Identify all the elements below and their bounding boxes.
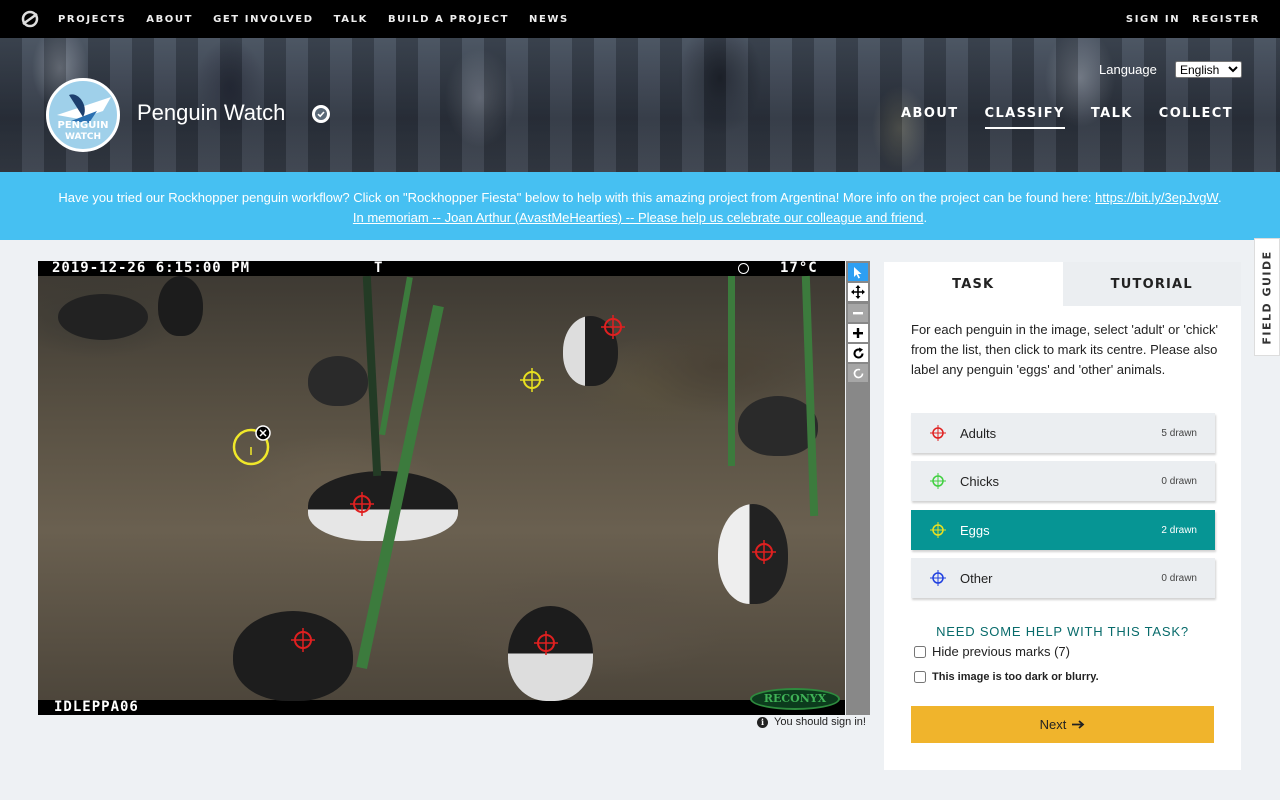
other-crosshair-icon — [930, 570, 946, 586]
site-nav: PROJECTS ABOUT GET INVOLVED TALK BUILD A… — [58, 14, 589, 25]
penguin-shape — [308, 471, 458, 541]
fence-pole — [379, 276, 413, 436]
project-nav-talk[interactable]: TALK — [1091, 106, 1133, 129]
nav-news[interactable]: NEWS — [529, 14, 569, 25]
project-header: PENGUIN WATCH Penguin Watch Language Eng… — [0, 38, 1280, 172]
fence-pole — [728, 276, 735, 466]
move-icon[interactable] — [848, 283, 868, 301]
adult-mark[interactable] — [600, 314, 626, 340]
too-dark-checkbox[interactable] — [914, 671, 926, 683]
adult-crosshair-icon — [930, 425, 946, 441]
camera-timestamp: 2019-12-26 6:15:00 PM T 17°C — [38, 261, 845, 276]
penguin-shape — [308, 356, 368, 406]
memoriam-period: . — [923, 210, 928, 225]
timestamp-date: 2019-12-26 6:15:00 PM — [52, 261, 251, 276]
delete-mark-icon[interactable] — [255, 425, 271, 441]
camera-id: IDLEPPA06 — [54, 699, 139, 715]
penguin-shape — [158, 276, 203, 336]
sign-in-notice-text: You should sign in! — [774, 716, 866, 728]
hide-marks-label: Hide previous marks (7) — [932, 644, 1070, 659]
sign-in-notice: i You should sign in! — [757, 716, 866, 728]
tool-adults[interactable]: Adults 5 drawn — [911, 413, 1215, 453]
field-guide-label: FIELD GUIDE — [1260, 249, 1274, 345]
nav-build-project[interactable]: BUILD A PROJECT — [388, 14, 509, 25]
nav-about[interactable]: ABOUT — [146, 14, 193, 25]
tool-label: Adults — [960, 425, 997, 441]
chick-crosshair-icon — [930, 473, 946, 489]
sign-in-link[interactable]: SIGN IN — [1126, 14, 1180, 25]
next-label: Next — [1039, 717, 1067, 732]
tab-tutorial[interactable]: TUTORIAL — [1062, 262, 1241, 306]
info-icon: i — [757, 716, 768, 728]
moon-phase-icon — [738, 263, 749, 274]
announcement-link[interactable]: https://bit.ly/3epJvgW — [1095, 190, 1218, 205]
verified-check-icon — [312, 105, 330, 123]
tool-label: Other — [960, 570, 993, 586]
nav-projects[interactable]: PROJECTS — [58, 14, 126, 25]
arrow-right-icon — [1072, 720, 1085, 729]
language-select[interactable]: English — [1175, 61, 1242, 78]
subject-viewer[interactable]: 2019-12-26 6:15:00 PM T 17°C IDLEPPA06 R… — [38, 261, 845, 715]
project-nav: ABOUT CLASSIFY TALK COLLECT — [901, 106, 1233, 129]
reset-icon[interactable] — [848, 364, 868, 382]
tab-task[interactable]: TASK — [884, 262, 1063, 306]
task-tabs: TASK TUTORIAL — [884, 262, 1241, 306]
fence-pole — [801, 275, 819, 517]
tool-label: Eggs — [960, 522, 990, 538]
field-guide-tab[interactable]: FIELD GUIDE — [1254, 238, 1280, 356]
rotate-icon[interactable] — [848, 344, 868, 362]
hide-marks-checkbox[interactable] — [914, 645, 926, 658]
penguin-shape — [233, 611, 353, 701]
zooniverse-logo-icon[interactable] — [20, 9, 40, 29]
announcement-period: . — [1218, 190, 1222, 205]
adult-mark[interactable] — [349, 491, 375, 517]
project-nav-classify[interactable]: CLASSIFY — [984, 106, 1065, 129]
subject-image[interactable] — [38, 275, 845, 701]
tool-count: 2 drawn — [1161, 524, 1197, 536]
auth-links: SIGN IN REGISTER — [1126, 14, 1280, 25]
tool-eggs[interactable]: Eggs 2 drawn — [911, 510, 1215, 550]
tool-label: Chicks — [960, 473, 1000, 489]
zoom-out-icon[interactable] — [848, 304, 868, 322]
project-avatar[interactable]: PENGUIN WATCH — [46, 78, 120, 152]
adult-mark[interactable] — [533, 630, 559, 656]
nav-talk[interactable]: TALK — [334, 14, 368, 25]
project-title[interactable]: Penguin Watch — [137, 100, 285, 126]
tool-count: 0 drawn — [1161, 572, 1197, 584]
next-button[interactable]: Next — [911, 706, 1214, 743]
tool-count: 5 drawn — [1161, 427, 1197, 439]
reconyx-logo: RECONYX — [750, 688, 840, 710]
tool-chicks[interactable]: Chicks 0 drawn — [911, 461, 1215, 501]
tool-other[interactable]: Other 0 drawn — [911, 558, 1215, 598]
memoriam-link[interactable]: In memoriam -- Joan Arthur (AvastMeHeart… — [353, 210, 924, 225]
task-panel: TASK TUTORIAL For each penguin in the im… — [884, 262, 1241, 770]
hide-marks-option[interactable]: Hide previous marks (7) — [914, 644, 1070, 659]
project-nav-about[interactable]: ABOUT — [901, 106, 958, 129]
too-dark-option[interactable]: This image is too dark or blurry. — [914, 671, 1099, 683]
timestamp-temp-label: T — [374, 261, 383, 276]
avatar-text-penguin: PENGUIN — [57, 120, 109, 131]
timestamp-temperature: 17°C — [780, 261, 818, 276]
avatar-text-watch: WATCH — [64, 132, 102, 142]
adult-mark[interactable] — [290, 627, 316, 653]
task-help-link[interactable]: NEED SOME HELP WITH THIS TASK? — [884, 624, 1241, 639]
announcement-text: Have you tried our Rockhopper penguin wo… — [58, 190, 1096, 205]
viewer-toolbar — [846, 261, 870, 715]
nav-get-involved[interactable]: GET INVOLVED — [213, 14, 314, 25]
tool-count: 0 drawn — [1161, 475, 1197, 487]
penguin-shape — [58, 294, 148, 340]
language-label: Language — [1099, 62, 1157, 77]
egg-mark-selected[interactable] — [231, 421, 279, 469]
announcement-banner: Have you tried our Rockhopper penguin wo… — [0, 172, 1280, 240]
adult-mark[interactable] — [751, 539, 777, 565]
egg-crosshair-icon — [930, 522, 946, 538]
task-instructions: For each penguin in the image, select 'a… — [911, 322, 1218, 377]
project-nav-collect[interactable]: COLLECT — [1159, 106, 1233, 129]
pointer-icon[interactable] — [848, 263, 868, 281]
zoom-in-icon[interactable] — [848, 324, 868, 342]
egg-mark[interactable] — [519, 367, 545, 393]
site-header: PROJECTS ABOUT GET INVOLVED TALK BUILD A… — [0, 0, 1280, 38]
register-link[interactable]: REGISTER — [1192, 14, 1260, 25]
too-dark-label: This image is too dark or blurry. — [932, 671, 1099, 683]
